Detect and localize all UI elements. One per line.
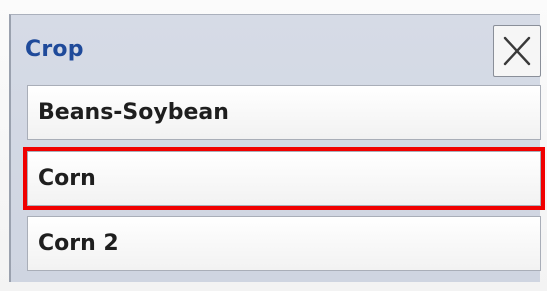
crop-option-label: Corn 2 — [38, 231, 119, 256]
dialog-title: Crop — [25, 37, 84, 62]
crop-option-label: Beans-Soybean — [38, 100, 229, 125]
close-icon — [503, 36, 531, 66]
crop-selection-dialog: Crop Beans-Soybean Corn Corn 2 — [9, 14, 545, 282]
close-button[interactable] — [493, 25, 541, 77]
crop-option-corn[interactable]: Corn — [23, 147, 545, 210]
screen: Crop Beans-Soybean Corn Corn 2 — [0, 0, 547, 291]
crop-option-corn-2[interactable]: Corn 2 — [27, 216, 541, 271]
crop-option-label: Corn — [38, 166, 96, 191]
crop-option-beans-soybean[interactable]: Beans-Soybean — [27, 85, 541, 140]
